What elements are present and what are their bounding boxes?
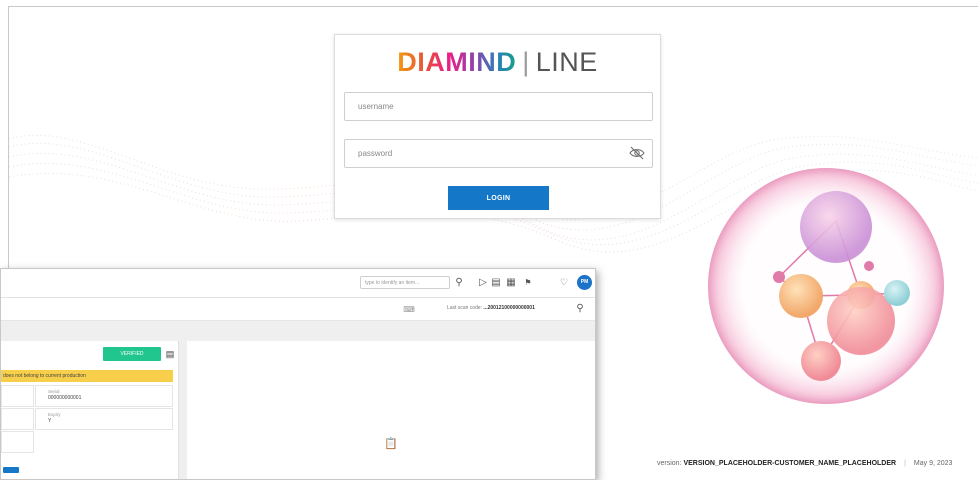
last-scan-value: ...20012100000000001 (483, 305, 535, 311)
app-subbar: ⌨ Last scan code: ...20012100000000001 ⚲ (1, 298, 595, 321)
version-prefix: version: (657, 460, 682, 467)
item-detail-panel: VERIFIED ▤ does not belong to current pr… (1, 341, 179, 479)
last-scan-label: Last scan code: (447, 305, 483, 311)
serial-cell: Serial 000000000001 (35, 385, 173, 407)
brand-logo: DIAMIND | LINE (335, 47, 660, 78)
database-icon[interactable]: ▤ (490, 276, 502, 289)
verified-badge: VERIFIED (103, 347, 161, 361)
grid-icon[interactable]: ▦ (505, 276, 517, 289)
keyboard-icon[interactable]: ⌨ (403, 303, 415, 316)
expiry-label: Expiry (48, 412, 61, 417)
action-button[interactable] (3, 467, 19, 473)
password-field (344, 139, 653, 168)
expiry-value: Y (48, 418, 52, 424)
logo-diamind: DIAMIND (397, 47, 517, 77)
identify-search-input[interactable]: type to identify an item... (360, 276, 450, 289)
detail-cell (1, 385, 34, 407)
detail-cell (1, 431, 34, 453)
database-icon[interactable]: ▤ (164, 348, 176, 361)
avatar[interactable]: PM (577, 275, 592, 290)
bell-icon[interactable]: ♡ (558, 276, 570, 289)
login-button[interactable]: LOGIN (448, 186, 549, 210)
clipboard-icon: 📋 (384, 438, 398, 450)
last-scan-code: Last scan code: ...20012100000000001 (447, 305, 535, 311)
footer-separator: | (904, 460, 906, 467)
app-preview-screenshot: type to identify an item... ⚲ ▷ ▤ ▦ ⚑ ♡ … (0, 268, 596, 480)
eye-slash-icon[interactable] (629, 146, 645, 160)
app-topbar: type to identify an item... ⚲ ▷ ▤ ▦ ⚑ ♡ … (1, 269, 595, 298)
version-value: VERSION_PLACEHOLDER-CUSTOMER_NAME_PLACEH… (683, 460, 897, 467)
password-input[interactable] (356, 140, 620, 167)
play-icon[interactable]: ▷ (477, 276, 489, 289)
search-icon[interactable]: ⚲ (453, 276, 465, 289)
molecule-sphere-illustration (708, 168, 944, 404)
username-field (344, 92, 653, 121)
version-footer: version: VERSION_PLACEHOLDER-CUSTOMER_NA… (657, 460, 952, 467)
login-card: DIAMIND|LINE LOGIN (334, 34, 661, 219)
footer-date: May 9, 2023 (913, 460, 953, 467)
expiry-cell: Expiry Y (35, 408, 173, 430)
app-content: VERIFIED ▤ does not belong to current pr… (1, 321, 595, 479)
detail-cell (1, 408, 34, 430)
serial-label: Serial (48, 389, 60, 394)
username-input[interactable] (356, 93, 620, 120)
logo-separator: | (522, 47, 530, 77)
flag-us-icon[interactable]: ⚑ (522, 276, 534, 289)
serial-value: 000000000001 (48, 395, 82, 401)
logo-line: LINE (535, 47, 598, 77)
warning-banner: does not belong to current production (1, 370, 173, 382)
search-icon[interactable]: ⚲ (574, 302, 586, 315)
empty-preview-panel: 📋 (187, 341, 595, 479)
